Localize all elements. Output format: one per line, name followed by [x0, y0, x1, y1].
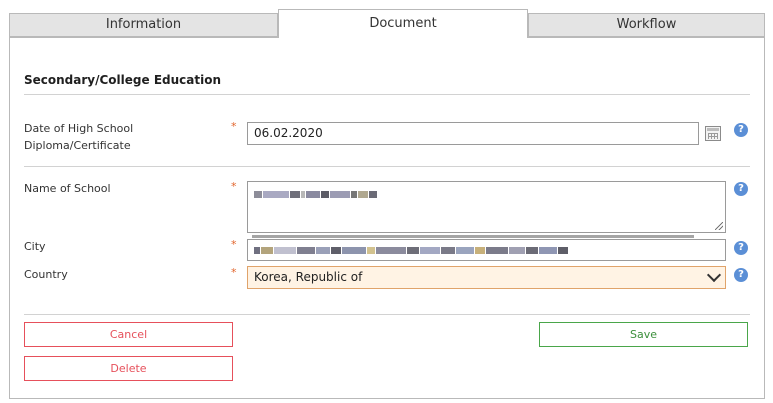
delete-button[interactable]: Delete [24, 356, 233, 381]
resize-bar [252, 235, 694, 238]
section-divider [24, 94, 750, 95]
help-icon[interactable]: ? [734, 241, 748, 255]
save-button[interactable]: Save [539, 322, 748, 347]
help-icon[interactable]: ? [734, 182, 748, 196]
chevron-down-icon [706, 267, 722, 283]
required-mark: * [231, 238, 237, 251]
city-input[interactable] [247, 239, 726, 261]
help-icon[interactable]: ? [734, 123, 748, 137]
section-title: Secondary/College Education [24, 73, 221, 87]
redacted-text [254, 243, 569, 257]
tab-workflow[interactable]: Workflow [528, 13, 765, 37]
document-panel: Secondary/College Education Date of High… [9, 37, 765, 399]
required-mark: * [231, 266, 237, 279]
calendar-icon[interactable] [705, 126, 721, 141]
resize-handle-icon[interactable] [715, 222, 723, 230]
country-label: Country [24, 268, 68, 281]
cancel-button[interactable]: Cancel [24, 322, 233, 347]
country-select[interactable]: Korea, Republic of [247, 266, 726, 289]
tab-document[interactable]: Document [278, 9, 528, 38]
help-icon[interactable]: ? [734, 268, 748, 282]
required-mark: * [231, 180, 237, 193]
tab-information[interactable]: Information [9, 13, 278, 37]
redacted-text [254, 187, 378, 201]
diploma-date-label: Date of High School Diploma/Certificate [24, 122, 134, 152]
school-name-label: Name of School [24, 182, 111, 195]
field-divider [24, 166, 750, 167]
diploma-date-input[interactable]: 06.02.2020 [247, 122, 699, 145]
actions-divider [24, 314, 750, 315]
required-mark: * [231, 120, 237, 133]
tab-bar: Information Document Workflow [9, 9, 765, 38]
country-selected-value: Korea, Republic of [254, 270, 363, 284]
school-name-textarea[interactable] [247, 181, 726, 233]
city-label: City [24, 240, 46, 253]
